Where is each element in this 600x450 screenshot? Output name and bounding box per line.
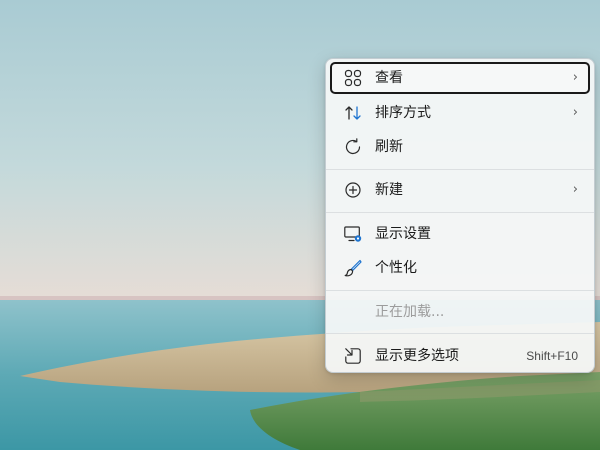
- menu-item-show-more-options-label: 显示更多选项: [375, 348, 459, 364]
- show-more-options-icon: [343, 346, 363, 366]
- menu-item-new[interactable]: 新建 ›: [330, 174, 590, 206]
- sort-arrows-icon: [343, 103, 363, 123]
- menu-item-sort-by-label: 排序方式: [375, 105, 431, 121]
- brush-icon: [343, 258, 363, 278]
- chevron-right-icon: ›: [572, 70, 578, 85]
- menu-item-display-settings[interactable]: 显示设置: [330, 218, 590, 250]
- new-plus-icon: [343, 180, 363, 200]
- menu-item-loading: 正在加载...: [330, 296, 590, 328]
- menu-separator: [326, 212, 594, 213]
- menu-item-sort-by[interactable]: 排序方式 ›: [330, 97, 590, 129]
- menu-item-personalize[interactable]: 个性化: [330, 252, 590, 284]
- menu-separator: [326, 333, 594, 334]
- menu-item-refresh-label: 刷新: [375, 139, 403, 155]
- desktop[interactable]: 查看 › 排序方式 › 刷新 新建 › 显示设置 个性化 正在加载... 显示更…: [0, 0, 600, 450]
- menu-item-show-more-options[interactable]: 显示更多选项 Shift+F10: [330, 340, 590, 372]
- keyboard-shortcut: Shift+F10: [526, 349, 578, 363]
- menu-item-new-label: 新建: [375, 182, 403, 198]
- menu-item-refresh[interactable]: 刷新: [330, 131, 590, 163]
- menu-item-view-label: 查看: [375, 70, 403, 86]
- refresh-icon: [343, 137, 363, 157]
- desktop-context-menu: 查看 › 排序方式 › 刷新 新建 › 显示设置 个性化 正在加载... 显示更…: [325, 58, 595, 373]
- chevron-right-icon: ›: [572, 182, 578, 197]
- view-grid-icon: [343, 68, 363, 88]
- menu-item-display-settings-label: 显示设置: [375, 226, 431, 242]
- menu-item-personalize-label: 个性化: [375, 260, 417, 276]
- menu-item-loading-label: 正在加载...: [375, 304, 445, 320]
- menu-separator: [326, 290, 594, 291]
- display-settings-icon: [343, 224, 363, 244]
- menu-item-view[interactable]: 查看 ›: [330, 62, 590, 94]
- chevron-right-icon: ›: [572, 105, 578, 120]
- menu-separator: [326, 169, 594, 170]
